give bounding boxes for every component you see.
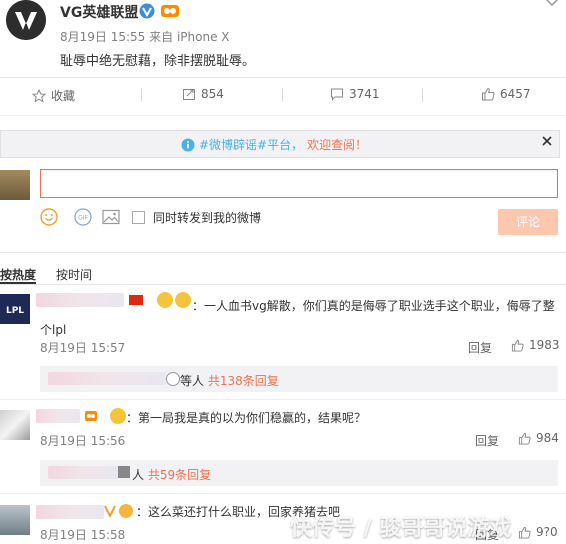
comment-icon (331, 88, 343, 101)
submit-comment-button[interactable]: 评论 (498, 209, 558, 235)
comment-2-replies-link[interactable]: 共59条回复 (148, 468, 211, 482)
sort-bottom-divider (0, 284, 566, 285)
like-button[interactable]: 6457 (481, 87, 531, 101)
comment-1-reply-names (48, 372, 166, 385)
favorite-button[interactable]: 收藏 (32, 87, 75, 104)
author-name[interactable]: VG英雄联盟 (60, 2, 138, 22)
lpl-logo-icon: LPL (2, 300, 28, 318)
post-meta: 8月19日 15:55 来自 iPhone X (60, 28, 230, 45)
comment-2-replies-band[interactable]: 人 共59条回复 (40, 460, 558, 486)
tab-sort-time[interactable]: 按时间 (56, 266, 92, 283)
repost-checkbox-label: 同时转发到我的微博 (153, 210, 262, 225)
comment-3-avatar[interactable] (0, 505, 30, 535)
close-icon[interactable] (541, 135, 553, 150)
comment-1-replies-link[interactable]: 共138条回复 (208, 374, 279, 388)
comment-3-like-count: 9?0 (536, 525, 558, 539)
svg-text:LPL: LPL (6, 306, 24, 316)
repost-button[interactable]: 854 (182, 87, 224, 101)
comment-1-time: 8月19日 15:57 (40, 341, 126, 355)
comment-2-divider (0, 493, 566, 494)
dropdown-chevron-icon[interactable] (545, 0, 559, 10)
post-text: 耻辱中绝无慰藉，除非摆脱耻辱。 (60, 54, 256, 69)
comment-2-replies-summary: 人 共59条回复 (132, 466, 211, 483)
action-sep-1 (141, 88, 142, 102)
composer-toolbar: GIF 同时转发到我的微博 (40, 208, 261, 226)
gif-icon[interactable]: GIF (74, 208, 92, 226)
comment-1-reply-emoji-icon (166, 372, 180, 386)
rumor-notice-bar: #微博辟谣#平台， 欢迎查阅！ (0, 130, 560, 158)
image-icon[interactable] (102, 209, 120, 225)
comment-button[interactable]: 3741 (330, 87, 380, 101)
vg-logo-icon (6, 0, 46, 40)
comment-1-like-count: 1983 (529, 338, 560, 352)
vip-badge-icon (160, 3, 180, 22)
watermark-text: 快传号 / 骏哥哥说游戏 (290, 516, 512, 541)
post-source: 来自 iPhone X (149, 30, 230, 44)
favorite-label: 收藏 (51, 89, 76, 103)
notice-highlight[interactable]: 欢迎查阅！ (307, 136, 367, 153)
comment-1-reply-button[interactable]: 回复 (468, 339, 492, 356)
notice-content: #微博辟谣#平台， 欢迎查阅！ (181, 136, 367, 153)
comment-input[interactable] (40, 169, 558, 198)
thumbs-up-icon (511, 339, 524, 352)
repost-count: 854 (201, 87, 224, 101)
comment-2-reply-button[interactable]: 回复 (475, 432, 499, 449)
comment-2-text: ：第一局我是真的以为你们稳赢的，结果呢？ (126, 411, 367, 425)
current-user-avatar[interactable] (0, 170, 30, 200)
comment-count: 3741 (349, 87, 380, 101)
comment-2-replies-suffix: 人 (132, 468, 145, 482)
notice-link[interactable]: #微博辟谣#平台， (199, 136, 303, 153)
tab-sort-hot[interactable]: 按热度 (0, 266, 36, 283)
star-icon (32, 88, 46, 103)
comment-1-replies-summary: 等人 共138条回复 (180, 372, 279, 389)
comment-1-like-button[interactable]: 1983 (511, 338, 560, 352)
comment-3-time: 8月19日 15:58 (40, 528, 126, 542)
comment-2-reply-names (48, 466, 118, 479)
thumbs-up-icon (518, 432, 531, 445)
info-icon (181, 138, 195, 151)
action-bar-top-divider (0, 77, 566, 78)
verified-icon (139, 3, 155, 22)
comment-3-like-button[interactable]: 9?0 (518, 525, 558, 539)
comment-2-like-count: 984 (536, 431, 559, 445)
comment-2-like-button[interactable]: 984 (518, 431, 559, 445)
thumbs-up-icon (518, 526, 531, 539)
comment-2-reply-avatar-icon (118, 466, 130, 478)
repost-icon (183, 89, 195, 100)
thumbs-up-icon (482, 87, 495, 101)
comment-2-time: 8月19日 15:56 (40, 434, 126, 448)
comment-1-avatar[interactable]: LPL (0, 294, 30, 324)
action-sep-2 (282, 88, 283, 102)
action-sep-3 (422, 88, 423, 102)
comment-1-replies-suffix: 等人 (180, 374, 205, 388)
post-date[interactable]: 8月19日 15:55 (60, 30, 145, 44)
repost-checkbox[interactable] (132, 210, 145, 224)
comment-1-replies-band[interactable]: 等人 共138条回复 (40, 366, 558, 392)
panel-top-divider (0, 115, 566, 116)
svg-text:GIF: GIF (78, 215, 88, 222)
emoji-icon[interactable] (40, 208, 58, 226)
sort-top-divider (0, 252, 566, 253)
comment-2-avatar[interactable] (0, 410, 30, 440)
comment-1-text: ：一人血书vg解散，你们真的是侮辱了职业选手这个职业，侮辱了整个lpl (40, 299, 555, 337)
author-avatar[interactable] (6, 0, 46, 40)
comment-1-divider (0, 399, 566, 400)
like-count: 6457 (500, 87, 531, 101)
